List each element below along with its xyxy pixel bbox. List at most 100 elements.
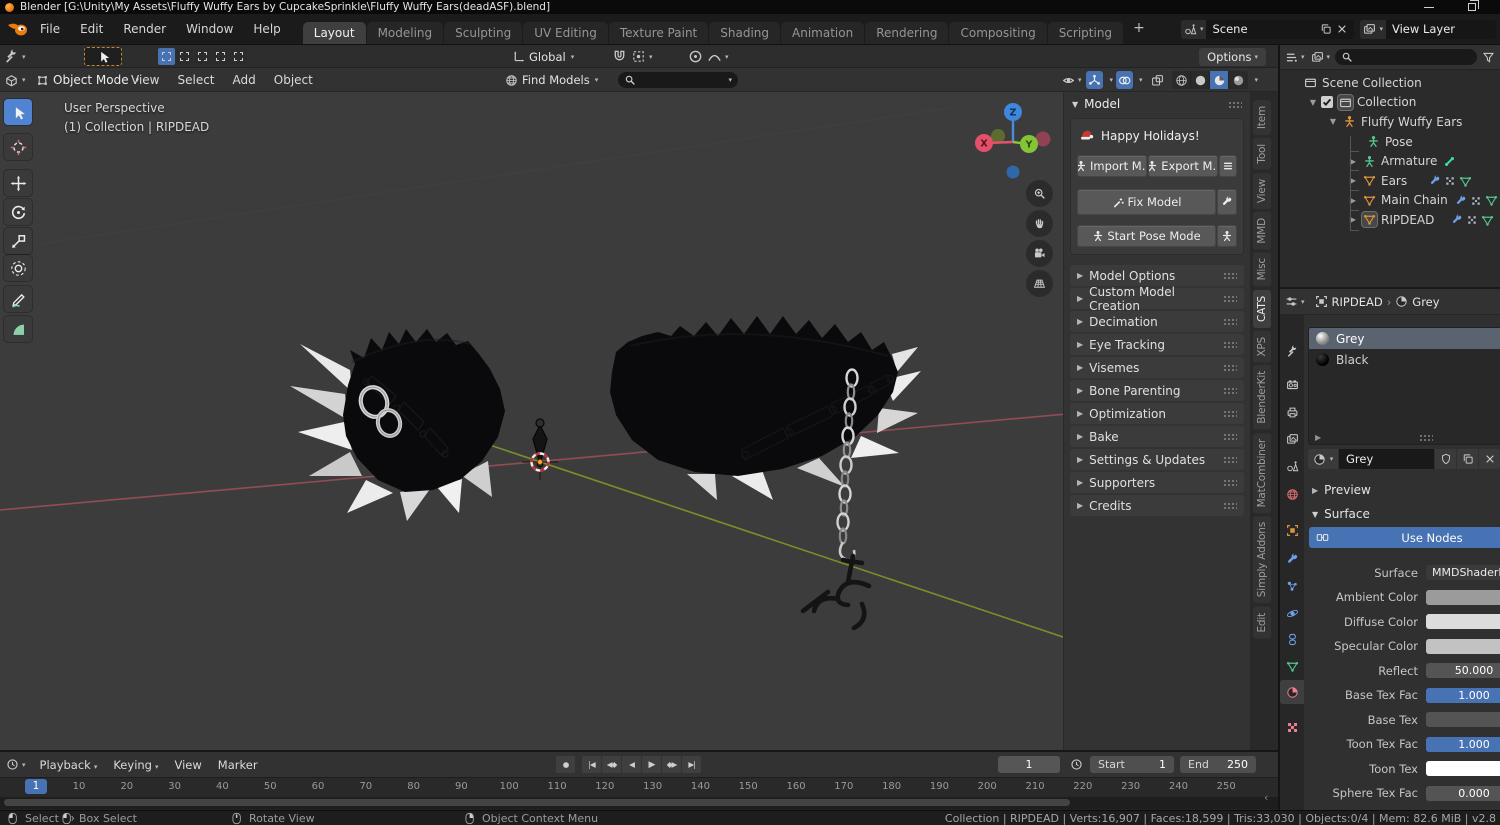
snap-toggle[interactable]	[610, 48, 629, 66]
tool-cursor-button[interactable]	[4, 134, 32, 160]
menu-edit[interactable]: Edit	[70, 22, 113, 36]
sidebar-tab-xps[interactable]: XPS	[1253, 331, 1271, 363]
modifier-icon[interactable]	[1444, 174, 1456, 188]
modifier-icon[interactable]	[1466, 213, 1478, 227]
outliner-row-collection[interactable]: ▼Collection	[1280, 93, 1500, 113]
properties-tab-physics[interactable]	[1280, 601, 1304, 625]
panel-drag-handle[interactable]	[1223, 479, 1237, 486]
tool-move-button[interactable]	[4, 170, 32, 196]
sidebar-tab-misc[interactable]: Misc	[1253, 252, 1271, 286]
nav-zoom-button[interactable]	[1026, 180, 1053, 207]
panel-drag-handle[interactable]	[1223, 272, 1237, 279]
sidebar-tab-edit[interactable]: Edit	[1253, 607, 1271, 639]
shading-rendered-button[interactable]	[1229, 71, 1248, 89]
mesh-icon[interactable]	[1485, 193, 1498, 207]
minimize-icon[interactable]	[1424, 7, 1434, 8]
viewport-menu-object[interactable]: Object	[265, 73, 322, 87]
cats-model-panel-header[interactable]: ▼ Model	[1064, 92, 1250, 116]
sidebar-tab-matcombiner[interactable]: MatCombiner	[1253, 433, 1271, 513]
jump-to-start-button[interactable]: |◀	[582, 756, 601, 773]
prop-color-swatch[interactable]	[1426, 639, 1500, 654]
select-mode-invert[interactable]	[212, 48, 229, 65]
workspace-tab-animation[interactable]: Animation	[781, 22, 864, 44]
outliner-row-ripdead[interactable]: ▶RIPDEAD	[1280, 210, 1500, 230]
wrench-icon[interactable]	[1429, 174, 1441, 188]
transform-orientation-dropdown[interactable]: Global▾	[512, 45, 574, 68]
prop-field[interactable]	[1426, 712, 1500, 727]
add-workspace-button[interactable]: +	[1124, 18, 1154, 40]
mesh-icon[interactable]	[1481, 213, 1494, 227]
cats-section-optimization[interactable]: ▶Optimization	[1070, 403, 1244, 424]
viewport-menu-select[interactable]: Select	[168, 73, 223, 87]
viewport-menu-add[interactable]: Add	[224, 73, 265, 87]
properties-tab-particles[interactable]	[1280, 574, 1304, 598]
view-layer-selector[interactable]: ▾ View Layer	[1360, 20, 1496, 39]
select-mode-extend[interactable]	[176, 48, 193, 65]
workspace-tab-sculpting[interactable]: Sculpting	[444, 22, 522, 44]
mesh-icon[interactable]	[1459, 174, 1472, 188]
fake-user-button[interactable]	[1435, 449, 1456, 469]
prop-dropdown[interactable]: MMDShaderD	[1426, 565, 1500, 580]
tool-select-box-button[interactable]	[4, 99, 32, 125]
properties-tab-tool[interactable]	[1280, 339, 1304, 363]
prop-color-swatch[interactable]	[1426, 614, 1500, 629]
unlink-scene-icon[interactable]	[1336, 23, 1348, 35]
properties-tab-render[interactable]	[1280, 372, 1304, 396]
outliner-search-input[interactable]	[1335, 49, 1477, 65]
active-tool-indicator[interactable]	[84, 47, 122, 66]
prop-color-swatch[interactable]	[1426, 590, 1500, 605]
prop-color-swatch[interactable]	[1426, 761, 1500, 776]
select-mode-subtract[interactable]	[194, 48, 211, 65]
outliner-row-scene-collection[interactable]: Scene Collection	[1280, 73, 1500, 93]
timeline-scrollbar[interactable]	[4, 799, 1070, 806]
export-model-button[interactable]: Export M..	[1148, 155, 1218, 177]
options-button[interactable]: Options▾	[1199, 48, 1266, 66]
unlink-material-button[interactable]	[1479, 449, 1500, 469]
outliner-filter-button[interactable]	[1481, 51, 1496, 64]
gizmos-toggle[interactable]	[1086, 71, 1103, 89]
previous-keyframe-button[interactable]: ◀◆	[602, 756, 621, 773]
panel-drag-handle[interactable]	[1228, 101, 1242, 108]
start-pose-mode-button[interactable]: Start Pose Mode	[1077, 225, 1216, 247]
sidebar-tab-tool[interactable]: Tool	[1253, 138, 1271, 170]
menu-help[interactable]: Help	[243, 22, 290, 36]
disclosure-closed-icon[interactable]: ▶	[1345, 157, 1361, 166]
editor-type-tool-button[interactable]: ▾	[4, 45, 26, 68]
properties-tab-object[interactable]	[1280, 518, 1304, 542]
viewport-menu-view[interactable]: View	[122, 73, 168, 87]
tool-measure-button[interactable]	[4, 316, 32, 342]
timeline-ruler[interactable]: 1 ‹ 102030405060708090100110120130140150…	[0, 778, 1278, 809]
tool-rotate-button[interactable]	[4, 199, 32, 225]
visibility-dropdown[interactable]: ▾	[1060, 71, 1084, 89]
outliner-row-fluffy-wuffy-ears[interactable]: ▼Fluffy Wuffy Ears	[1280, 112, 1500, 132]
prop-slider[interactable]: 1.000	[1426, 737, 1500, 752]
outliner-row-pose[interactable]: Pose	[1280, 132, 1500, 152]
panel-drag-handle[interactable]	[1223, 433, 1237, 440]
scene-selector[interactable]: ▾ Scene	[1181, 20, 1355, 39]
tool-annotate-button[interactable]	[4, 286, 32, 312]
properties-tab-world[interactable]	[1280, 482, 1304, 506]
fix-model-settings-button[interactable]	[1217, 189, 1237, 215]
panel-drag-handle[interactable]	[1223, 341, 1237, 348]
play-button[interactable]: ▶	[642, 756, 661, 773]
workspace-tab-texture-paint[interactable]: Texture Paint	[609, 22, 708, 44]
navigation-gizmo[interactable]: Z X Y	[950, 92, 1060, 192]
cats-section-custom-model-creation[interactable]: ▶Custom Model Creation	[1070, 288, 1244, 309]
disclosure-open-icon[interactable]: ▼	[1325, 117, 1341, 126]
restore-icon[interactable]	[1468, 3, 1476, 11]
previous-frame-button[interactable]: ◀	[622, 756, 641, 773]
cats-section-eye-tracking[interactable]: ▶Eye Tracking	[1070, 334, 1244, 355]
nav-pan-button[interactable]	[1026, 210, 1053, 237]
blenderkit-dropdown[interactable]: Find Models▾	[505, 68, 598, 92]
proportional-edit-toggle[interactable]	[686, 48, 705, 66]
menu-file[interactable]: File	[30, 22, 70, 36]
outliner-display-mode-dropdown[interactable]: ▾	[1284, 51, 1306, 64]
bone-icon[interactable]	[1443, 154, 1456, 168]
editor-type-viewport-button[interactable]: ▾	[4, 68, 26, 92]
workspace-tab-uv-editing[interactable]: UV Editing	[523, 22, 608, 44]
region-collapse-arrow[interactable]: ‹	[1264, 791, 1268, 804]
new-material-button[interactable]	[1457, 449, 1478, 469]
nav-camera-view-button[interactable]	[1026, 240, 1053, 267]
preview-section-header[interactable]: ▶Preview	[1304, 481, 1371, 499]
disclosure-closed-icon[interactable]: ▶	[1345, 176, 1361, 185]
